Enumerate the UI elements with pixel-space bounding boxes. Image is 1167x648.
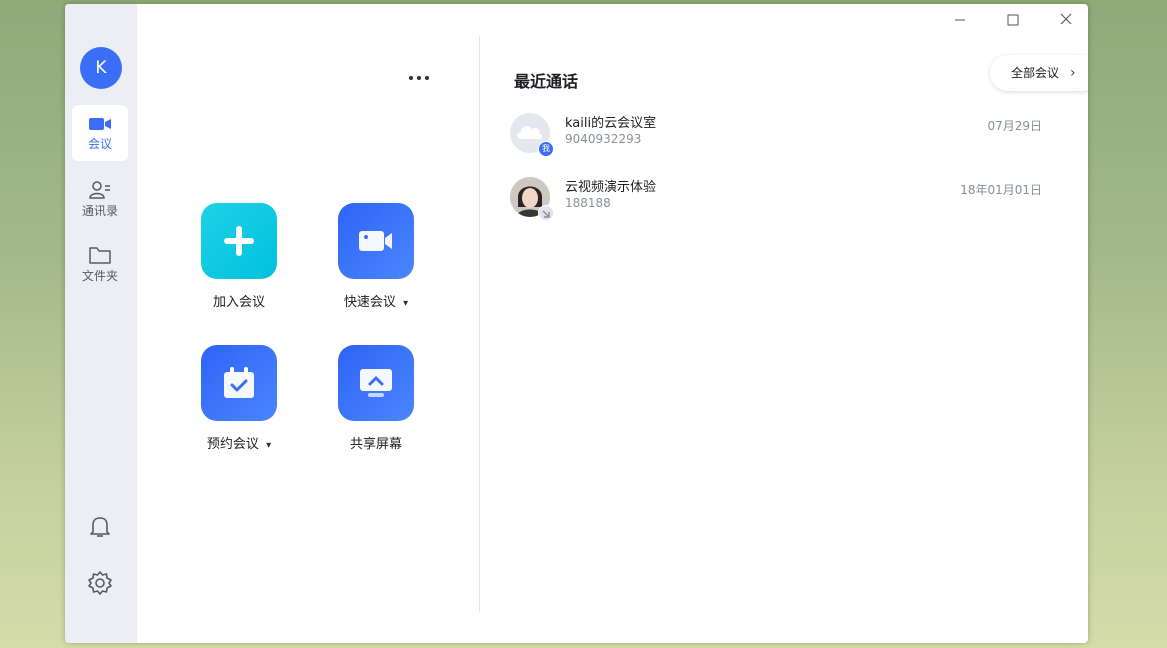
schedule-meeting-button[interactable]: 预约会议 ▾: [184, 345, 294, 452]
video-camera-icon: [359, 231, 392, 251]
call-name: 云视频演示体验: [565, 180, 657, 195]
video-camera-icon: [89, 118, 111, 130]
more-options-icon[interactable]: [405, 70, 435, 86]
share-screen-button[interactable]: 共享屏幕: [321, 345, 431, 452]
quick-meeting-button[interactable]: 快速会议 ▾: [321, 203, 431, 310]
sidebar-item-label: 通讯录: [81, 204, 118, 218]
maximize-icon[interactable]: [998, 10, 1028, 30]
all-meetings-label: 全部会议: [1011, 66, 1060, 80]
sidebar-item-meetings[interactable]: 会议: [72, 105, 128, 161]
sidebar-item-label: 文件夹: [81, 269, 118, 283]
folder-icon: [89, 247, 111, 264]
chevron-down-icon[interactable]: ▾: [266, 440, 271, 451]
me-badge: 我: [538, 141, 554, 157]
share-screen-icon: [360, 369, 392, 397]
sidebar-item-contacts[interactable]: 通讯录: [72, 170, 128, 226]
call-date: 18年01月01日: [960, 183, 1042, 197]
chevron-right-icon: ›: [1070, 65, 1076, 81]
quick-meeting-tile[interactable]: [338, 203, 414, 279]
sidebar-item-folder[interactable]: 文件夹: [72, 235, 128, 291]
schedule-meeting-tile[interactable]: [201, 345, 277, 421]
share-screen-tile[interactable]: [338, 345, 414, 421]
calendar-check-icon: [224, 367, 254, 398]
recent-call-row[interactable]: 我 kaili的云会议室 9040932293 07月29日: [510, 113, 1050, 157]
plus-icon: [224, 226, 254, 256]
quick-meeting-label: 快速会议: [343, 295, 396, 310]
outgoing-call-icon: [538, 205, 554, 221]
join-meeting-tile[interactable]: [201, 203, 277, 279]
recent-calls-title: 最近通话: [514, 72, 579, 91]
contacts-icon: [89, 181, 110, 199]
sidebar: K 会议 通讯录 文件夹: [65, 4, 137, 643]
panel-divider: [479, 36, 480, 612]
join-meeting-label: 加入会议: [212, 295, 265, 310]
sidebar-item-label: 会议: [87, 137, 112, 151]
app-window: K 会议 通讯录 文件夹 加入会议 快速会议 ▾ 预约会议 ▾ 共享屏幕 最近通…: [65, 4, 1088, 643]
gear-icon[interactable]: [87, 570, 113, 596]
close-icon[interactable]: [1051, 10, 1081, 30]
minimize-icon[interactable]: [945, 10, 975, 30]
join-meeting-button[interactable]: 加入会议: [184, 203, 294, 310]
call-meeting-id: 9040932293: [565, 132, 642, 146]
share-screen-label: 共享屏幕: [349, 437, 402, 452]
recent-call-row[interactable]: 云视频演示体验 188188 18年01月01日: [510, 177, 1050, 221]
bell-icon[interactable]: [87, 514, 113, 540]
call-meeting-id: 188188: [565, 196, 611, 210]
call-name: kaili的云会议室: [565, 116, 657, 131]
call-date: 07月29日: [987, 119, 1042, 133]
user-avatar[interactable]: K: [80, 47, 122, 89]
chevron-down-icon[interactable]: ▾: [403, 298, 408, 309]
schedule-meeting-label: 预约会议: [206, 437, 259, 452]
all-meetings-button[interactable]: 全部会议 ›: [990, 55, 1088, 91]
